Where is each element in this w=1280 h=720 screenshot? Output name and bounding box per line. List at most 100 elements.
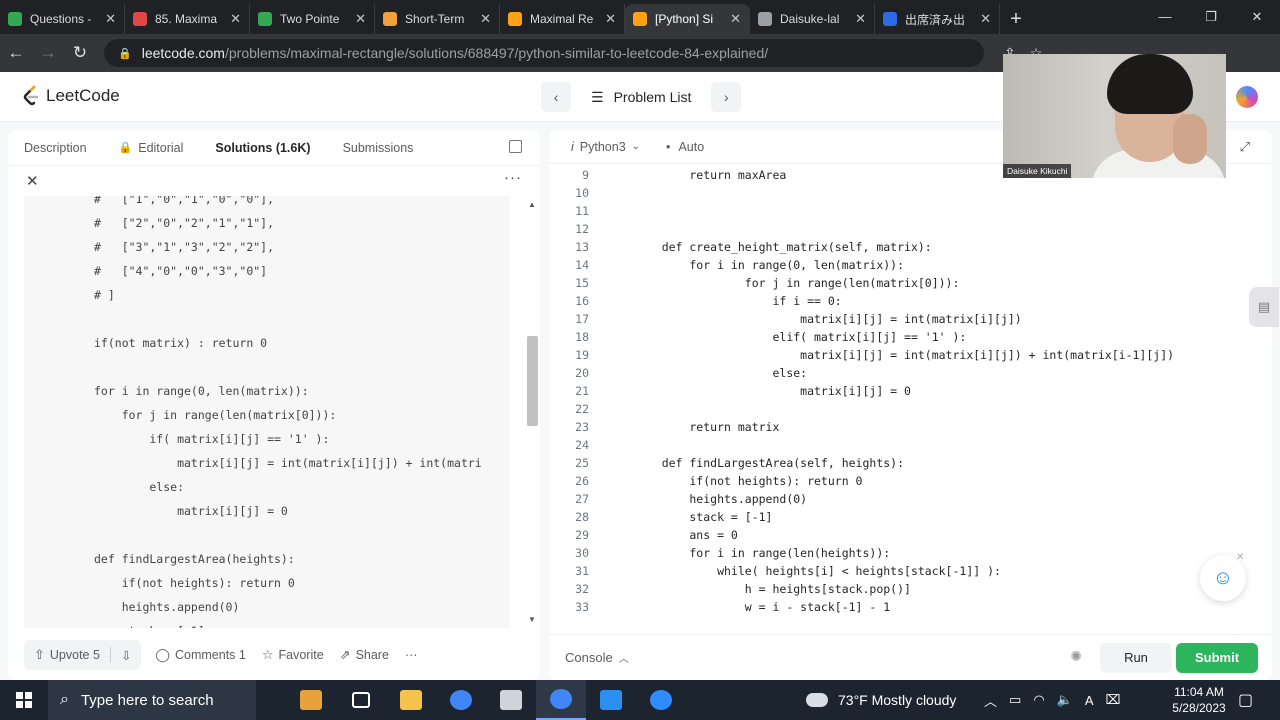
url-input[interactable]: 🔒 leetcode.com/problems/maximal-rectangl… <box>104 39 984 67</box>
close-tab-icon[interactable]: ✕ <box>730 11 741 27</box>
volume-icon[interactable]: 🔈 <box>1057 692 1073 708</box>
tab-solutions[interactable]: Solutions (1.6K) <box>215 141 310 155</box>
left-tab-bar: Description 🔒 Editorial Solutions (1.6K) … <box>8 130 540 166</box>
close-tab-icon[interactable]: ✕ <box>105 11 116 27</box>
close-tab-icon[interactable]: ✕ <box>480 11 491 27</box>
start-button[interactable] <box>0 680 48 720</box>
avatar[interactable] <box>1236 86 1258 108</box>
line-text: if(not heights): return 0 <box>634 474 863 488</box>
solution-footer: ⇧ Upvote 5 ⇩ ◯ Comments 1 ☆ Favorite ⇗ Share… <box>24 630 540 680</box>
tab-description[interactable]: Description <box>24 141 87 155</box>
line-number: 9 <box>582 168 589 182</box>
forward-arrow-icon[interactable]: → <box>32 43 64 63</box>
taskbar-search[interactable]: ⌕ Type here to search <box>48 680 256 720</box>
tab-label: Description <box>24 140 87 155</box>
auto-mode[interactable]: • Auto <box>666 140 704 154</box>
chrome-active-app[interactable] <box>536 680 586 720</box>
reload-icon[interactable]: ↻ <box>64 43 96 63</box>
line-text: for j in range(len(matrix[0])): <box>634 276 960 290</box>
chevron-up-icon[interactable]: ︿ <box>984 691 997 710</box>
problem-list-button[interactable]: ☰ Problem List <box>579 82 703 112</box>
line-text: matrix[i][j] = 0 <box>634 384 911 398</box>
weather-widget[interactable]: 73°F Mostly cloudy <box>806 680 956 720</box>
close-tab-icon[interactable]: ✕ <box>605 11 616 27</box>
restore-icon[interactable]: ❐ <box>1188 0 1234 34</box>
briefcase-app[interactable] <box>286 680 336 720</box>
line-number: 12 <box>575 222 589 236</box>
more-actions-button[interactable]: ··· <box>405 648 418 662</box>
share-label: Share <box>355 648 389 662</box>
browser-tab[interactable]: 85. Maxima ✕ <box>125 4 250 34</box>
code-editor[interactable]: 9 return maxArea 10 11 12 13 def create_heig… <box>549 166 1272 616</box>
close-window-icon[interactable]: ✕ <box>1234 0 1280 34</box>
line-text: def findLargestArea(self, heights): <box>634 456 905 470</box>
battery-icon[interactable]: ▭ <box>1009 692 1021 708</box>
notification-icon[interactable]: ▢ <box>1238 690 1253 710</box>
solution-scrollbar[interactable]: ▲ ▼ <box>526 196 538 628</box>
browser-tab[interactable]: 出席済み出 ✕ <box>875 4 1000 34</box>
code-line: if(not heights): return 0 <box>94 576 295 590</box>
close-tab-icon[interactable]: ✕ <box>855 11 866 27</box>
line-text: w = i - stack[-1] - 1 <box>634 600 891 614</box>
line-text: heights.append(0) <box>634 492 808 506</box>
minimize-icon[interactable]: — <box>1142 0 1188 34</box>
clock[interactable]: 11:04 AM 5/28/2023 <box>1164 684 1234 716</box>
scroll-up-icon[interactable]: ▲ <box>528 200 536 209</box>
layout-toggle-icon[interactable] <box>509 140 522 153</box>
lock-icon: 🔒 <box>118 142 133 154</box>
file-explorer-app[interactable] <box>386 680 436 720</box>
next-problem-button[interactable]: › <box>711 82 742 112</box>
close-tab-icon[interactable]: ✕ <box>230 11 241 27</box>
downvote-icon[interactable]: ⇩ <box>121 648 131 663</box>
code-line: matrix[i][j] = 0 <box>94 504 288 518</box>
system-tray: ︿ ▭ ◠ 🔈 A ⌧ <box>984 680 1121 720</box>
back-arrow-icon[interactable]: ← <box>0 43 32 63</box>
favorite-button[interactable]: ☆ Favorite <box>262 647 324 663</box>
browser-tab[interactable]: Maximal Re ✕ <box>500 4 625 34</box>
prev-problem-button[interactable]: ‹ <box>541 82 571 112</box>
browser-tab[interactable]: Questions - ✕ <box>0 4 125 34</box>
language-icon[interactable]: A <box>1085 693 1094 708</box>
zoom-icon <box>650 690 672 710</box>
notes-tab-icon[interactable]: ▤ <box>1249 287 1279 327</box>
settings-app[interactable] <box>486 680 536 720</box>
close-tab-icon[interactable]: ✕ <box>980 11 991 27</box>
submit-button[interactable]: Submit <box>1176 643 1258 673</box>
tab-submissions[interactable]: Submissions <box>343 141 414 155</box>
line-text: elif( matrix[i][j] == '1' ): <box>634 330 967 344</box>
line-number: 30 <box>575 546 589 560</box>
more-options-icon[interactable]: ··· <box>504 169 522 186</box>
chrome-app[interactable] <box>436 680 486 720</box>
leetcode-logo[interactable]: LeetCode <box>22 85 120 107</box>
line-number: 13 <box>575 240 589 254</box>
ime-icon[interactable]: ⌧ <box>1106 692 1121 708</box>
console-toggle[interactable]: Console ︿ <box>565 650 629 665</box>
task-view-app[interactable] <box>336 680 386 720</box>
upvote-button[interactable]: ⇧ Upvote 5 <box>34 647 100 663</box>
close-feedback-icon[interactable]: ✕ <box>1236 552 1244 563</box>
tab-editorial[interactable]: 🔒 Editorial <box>119 141 184 155</box>
editor-line: 26 if(not heights): return 0 <box>549 472 1272 490</box>
share-button[interactable]: ⇗ Share <box>340 647 389 663</box>
language-select[interactable]: i Python3 ⌄ <box>571 140 640 154</box>
new-tab-button[interactable]: + <box>1000 4 1032 34</box>
scroll-down-icon[interactable]: ▼ <box>528 615 536 624</box>
weather-label: 73°F Mostly cloudy <box>838 692 957 708</box>
tab-favicon-icon <box>383 12 397 26</box>
scroll-thumb[interactable] <box>527 336 538 426</box>
browser-tab[interactable]: Short-Term ✕ <box>375 4 500 34</box>
close-tab-icon[interactable]: ✕ <box>355 11 366 27</box>
vscode-app[interactable] <box>586 680 636 720</box>
zoom-app[interactable] <box>636 680 686 720</box>
browser-tab[interactable]: Daisuke-lal ✕ <box>750 4 875 34</box>
browser-tab[interactable]: [Python] Si ✕ <box>625 4 750 34</box>
line-number: 28 <box>575 510 589 524</box>
run-button[interactable]: Run <box>1100 643 1172 673</box>
expand-icon[interactable]: ⤢ <box>1240 139 1250 155</box>
wifi-icon[interactable]: ◠ <box>1033 692 1044 708</box>
close-icon[interactable]: ✕ <box>26 172 39 190</box>
browser-tab[interactable]: Two Pointe ✕ <box>250 4 375 34</box>
debug-icon[interactable]: ✺ <box>1070 648 1082 665</box>
settings-icon <box>500 690 522 710</box>
comments-button[interactable]: ◯ Comments 1 <box>155 647 245 663</box>
